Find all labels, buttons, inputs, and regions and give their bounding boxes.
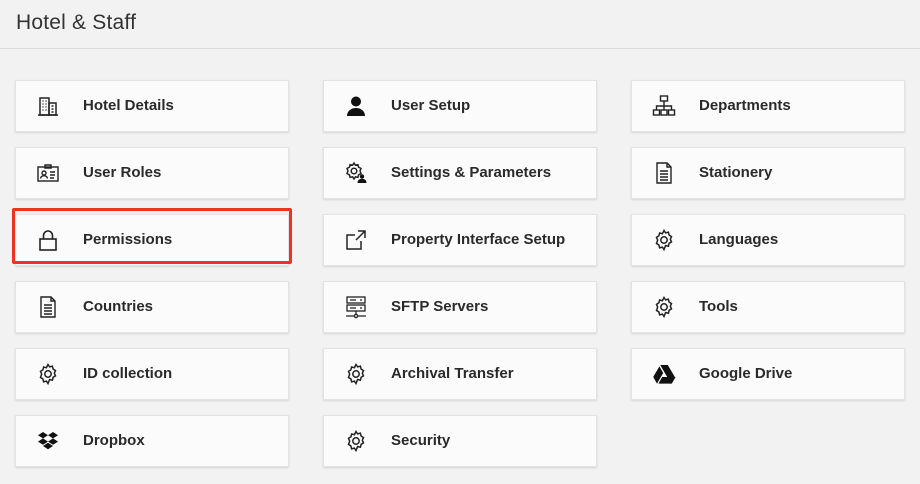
google-drive-icon xyxy=(652,362,676,386)
tile-label: User Setup xyxy=(391,97,471,114)
user-gear-icon xyxy=(344,161,368,185)
gear-icon xyxy=(344,429,368,453)
gear-icon xyxy=(652,228,676,252)
server-icon xyxy=(344,295,368,319)
stationery-tile[interactable]: Stationery xyxy=(631,147,905,199)
dropbox-icon xyxy=(36,429,60,453)
tile-label: Tools xyxy=(699,298,738,315)
tile-label: Property Interface Setup xyxy=(391,231,566,248)
sftp-servers-tile[interactable]: SFTP Servers xyxy=(323,281,597,333)
page-header: Hotel & Staff xyxy=(0,0,920,49)
security-tile[interactable]: Security xyxy=(323,415,597,467)
id-collection-tile[interactable]: ID collection xyxy=(15,348,289,400)
external-link-icon xyxy=(344,228,368,252)
tile-label: Dropbox xyxy=(83,432,145,449)
page-title: Hotel & Staff xyxy=(16,11,137,34)
tools-tile[interactable]: Tools xyxy=(631,281,905,333)
google-drive-tile[interactable]: Google Drive xyxy=(631,348,905,400)
tile-column-3: Departments Stationery Languages Tools G… xyxy=(631,80,905,415)
tile-label: Security xyxy=(391,432,451,449)
languages-tile[interactable]: Languages xyxy=(631,214,905,266)
settings-parameters-tile[interactable]: Settings & Parameters xyxy=(323,147,597,199)
tile-label: Hotel Details xyxy=(83,97,174,114)
gear-icon xyxy=(652,295,676,319)
tile-label: Google Drive xyxy=(699,365,793,382)
tile-label: Languages xyxy=(699,231,779,248)
tile-label: ID collection xyxy=(83,365,173,382)
tile-label: Countries xyxy=(83,298,154,315)
property-interface-setup-tile[interactable]: Property Interface Setup xyxy=(323,214,597,266)
document-icon xyxy=(652,161,676,185)
tile-label: Stationery xyxy=(699,164,773,181)
tile-label: Archival Transfer xyxy=(391,365,514,382)
departments-tile[interactable]: Departments xyxy=(631,80,905,132)
building-icon xyxy=(36,94,60,118)
org-chart-icon xyxy=(652,94,676,118)
tile-label: SFTP Servers xyxy=(391,298,489,315)
tile-column-1: Hotel Details User Roles Permissions Cou… xyxy=(15,80,289,482)
tile-label: Permissions xyxy=(83,231,173,248)
dropbox-tile[interactable]: Dropbox xyxy=(15,415,289,467)
document-icon xyxy=(36,295,60,319)
permissions-tile[interactable]: Permissions xyxy=(15,214,289,266)
user-setup-tile[interactable]: User Setup xyxy=(323,80,597,132)
countries-tile[interactable]: Countries xyxy=(15,281,289,333)
archival-transfer-tile[interactable]: Archival Transfer xyxy=(323,348,597,400)
hotel-details-tile[interactable]: Hotel Details xyxy=(15,80,289,132)
gear-icon xyxy=(36,362,60,386)
user-roles-tile[interactable]: User Roles xyxy=(15,147,289,199)
tile-label: User Roles xyxy=(83,164,162,181)
id-card-icon xyxy=(36,161,60,185)
user-icon xyxy=(344,94,368,118)
lock-icon xyxy=(36,228,60,252)
tile-column-2: User Setup Settings & Parameters Propert… xyxy=(323,80,597,482)
tile-label: Departments xyxy=(699,97,791,114)
gear-icon xyxy=(344,362,368,386)
tile-label: Settings & Parameters xyxy=(391,164,552,181)
